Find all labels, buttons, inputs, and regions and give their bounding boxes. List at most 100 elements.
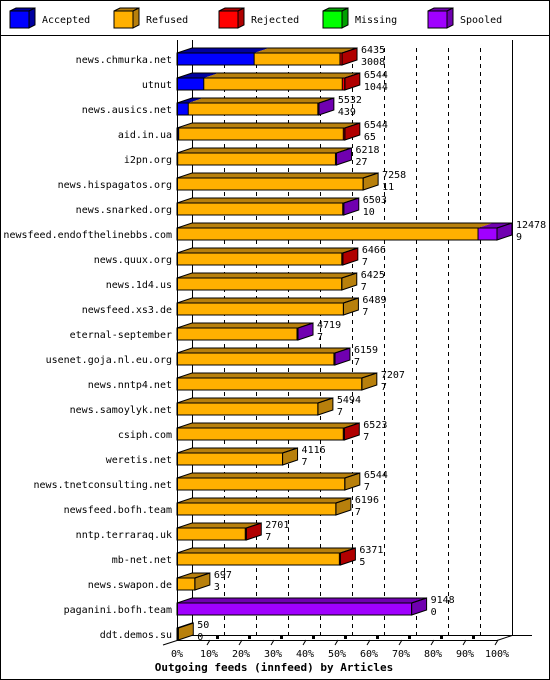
total-label: 5532 <box>338 95 362 106</box>
accepted-label: 10 <box>363 207 375 218</box>
accepted-label: 7 <box>354 357 360 368</box>
category-label: newsfeed.endofthelinebbs.com <box>3 230 172 241</box>
legend-swatch-side <box>237 7 245 29</box>
x-tick-label: 70% <box>392 649 410 660</box>
bar-segment-refused <box>177 353 334 365</box>
bar-top-refused <box>177 548 355 553</box>
bar-top-refused <box>177 373 377 378</box>
category-label: usenet.goja.nl.eu.org <box>46 355 172 366</box>
x-tick-mark <box>440 636 443 639</box>
category-label: nntp.terraraq.uk <box>76 530 172 541</box>
accepted-label: 7 <box>362 307 368 318</box>
legend-swatch-side <box>446 7 454 29</box>
total-label: 6196 <box>355 495 379 506</box>
total-label: 6503 <box>363 195 387 206</box>
legend-label: Accepted <box>42 15 90 26</box>
total-label: 6544 <box>364 70 388 81</box>
accepted-label: 9 <box>516 232 522 243</box>
category-label: newsfeed.bofh.team <box>64 505 172 516</box>
bar-top-refused <box>177 448 298 453</box>
x-axis-title: Outgoing feeds (innfeed) by Articles <box>155 661 393 674</box>
bar-top-refused <box>188 98 333 103</box>
category-label: news.1d4.us <box>106 280 172 291</box>
bar-segment-accepted <box>177 103 189 115</box>
category-label: mb-net.net <box>112 555 172 566</box>
category-label: news.samoylyk.net <box>70 405 172 416</box>
accepted-label: 0 <box>431 607 437 618</box>
x-tick-label: 60% <box>360 649 378 660</box>
accepted-label: 7 <box>381 382 387 393</box>
x-tick-label: 20% <box>232 649 250 660</box>
accepted-label: 65 <box>364 132 376 143</box>
category-label: eternal-september <box>70 330 172 341</box>
bar-top-refused <box>177 273 357 278</box>
category-label: news.snarked.org <box>76 205 172 216</box>
bar-segment-refused <box>254 53 340 65</box>
category-label: ddt.demos.su <box>100 630 172 641</box>
bar-segment-refused <box>203 78 343 90</box>
bar-top-refused <box>177 398 333 403</box>
x-tick-label: 80% <box>424 649 442 660</box>
legend-swatch-side <box>28 7 36 29</box>
total-label: 6466 <box>362 245 386 256</box>
accepted-label: 5 <box>359 557 365 568</box>
bar-segment-refused <box>177 178 364 190</box>
legend-swatch-side <box>341 7 349 29</box>
x-tick-mark <box>472 636 475 639</box>
category-label: news.chmurka.net <box>76 55 172 66</box>
total-label: 6544 <box>364 470 388 481</box>
category-label: news.ausics.net <box>82 105 172 116</box>
bar-top-refused <box>177 298 359 303</box>
bar-segment-refused <box>177 378 362 390</box>
bar-segment-refused <box>177 253 342 265</box>
x-tick-label: 90% <box>456 649 474 660</box>
x-tick-label: 40% <box>296 649 314 660</box>
x-tick-label: 30% <box>264 649 282 660</box>
category-label: utnut <box>142 80 172 91</box>
category-label: paganini.bofh.team <box>64 605 172 616</box>
legend-swatch-accepted <box>9 10 30 29</box>
bar-top-refused <box>177 223 494 228</box>
total-label: 5494 <box>337 395 361 406</box>
x-tick-mark <box>280 636 283 639</box>
bar-segment-refused <box>177 228 479 240</box>
total-label: 7258 <box>382 170 406 181</box>
category-label: csiph.com <box>118 430 172 441</box>
total-label: 6435 <box>361 45 385 56</box>
x-tick-mark <box>248 636 251 639</box>
legend-label: Spooled <box>460 15 502 26</box>
accepted-label: 27 <box>355 157 367 168</box>
x-tick-label: 0% <box>171 649 183 660</box>
accepted-label: 7 <box>265 532 271 543</box>
total-label: 12478 <box>516 220 546 231</box>
bar-top-refused <box>177 198 358 203</box>
bar-top-refused <box>203 73 358 78</box>
legend-swatch-refused <box>113 10 134 29</box>
total-label: 6218 <box>355 145 379 156</box>
bar-segment-accepted <box>177 53 255 65</box>
accepted-label: 7 <box>355 507 361 518</box>
total-label: 4719 <box>317 320 341 331</box>
x-tick-label: 50% <box>328 649 346 660</box>
total-label: 6544 <box>364 120 388 131</box>
bar-top-refused <box>177 498 351 503</box>
accepted-label: 7 <box>364 482 370 493</box>
category-label: news.tnetconsulting.net <box>34 480 172 491</box>
total-label: 4116 <box>302 445 326 456</box>
accepted-label: 1044 <box>364 82 388 93</box>
accepted-label: 7 <box>361 282 367 293</box>
accepted-label: 7 <box>317 332 323 343</box>
total-label: 2701 <box>265 520 289 531</box>
total-label: 7207 <box>381 370 405 381</box>
accepted-label: 7 <box>362 257 368 268</box>
x-tick-mark <box>216 636 219 639</box>
accepted-label: 439 <box>338 107 356 118</box>
bar-top-refused <box>178 123 359 128</box>
category-label: news.swapon.de <box>88 580 172 591</box>
total-label: 6425 <box>361 270 385 281</box>
bar-top-refused <box>254 48 355 53</box>
bar-segment-refused <box>177 303 344 315</box>
bar-top-refused <box>177 248 357 253</box>
bar-segment-refused <box>177 153 336 165</box>
legend-swatch-spooled <box>427 10 448 29</box>
